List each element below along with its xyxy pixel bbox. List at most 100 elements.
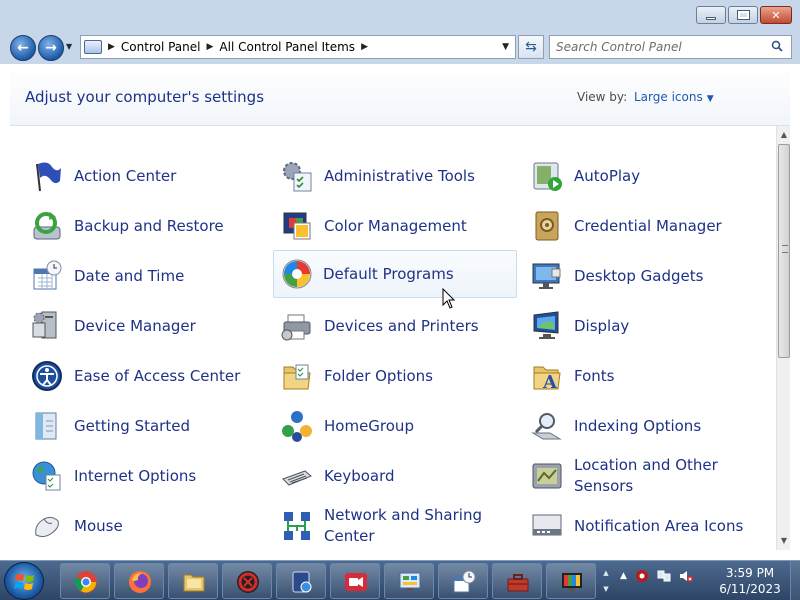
- item-autoplay[interactable]: AutoPlay: [518, 152, 760, 200]
- item-label[interactable]: Ease of Access Center: [74, 366, 240, 387]
- autoplay-icon: [533, 162, 562, 191]
- item-label[interactable]: Getting Started: [74, 416, 190, 437]
- minimize-button[interactable]: [696, 6, 726, 24]
- item-homegroup[interactable]: HomeGroup: [268, 402, 510, 450]
- item-date-and-time[interactable]: Date and Time: [18, 252, 260, 300]
- sensors-icon: [532, 463, 562, 489]
- item-folder-options[interactable]: Folder Options: [268, 352, 510, 400]
- taskbar-app-red[interactable]: [222, 563, 272, 599]
- breadcrumb-all-items[interactable]: All Control Panel Items: [219, 40, 355, 54]
- item-label[interactable]: HomeGroup: [324, 416, 414, 437]
- show-desktop-button[interactable]: [790, 561, 800, 600]
- address-dropdown-icon[interactable]: ▼: [502, 42, 509, 52]
- item-label[interactable]: Network and Sharing Center: [324, 505, 484, 547]
- page-header: Adjust your computer's settings View by:…: [10, 64, 790, 126]
- item-notification-area-icons[interactable]: Notification Area Icons: [518, 502, 760, 550]
- folder-icon: [283, 364, 311, 390]
- item-default-programs[interactable]: Default Programs: [273, 250, 517, 298]
- breadcrumb-arrow-icon[interactable]: ▶: [207, 42, 214, 52]
- scroll-up-icon[interactable]: ▲: [777, 128, 791, 142]
- breadcrumb-arrow-icon[interactable]: ▶: [108, 42, 115, 52]
- show-hidden-icons-icon[interactable]: ▲: [620, 571, 627, 581]
- search-input[interactable]: [556, 36, 766, 58]
- item-label[interactable]: Display: [574, 316, 629, 337]
- item-label[interactable]: AutoPlay: [574, 166, 640, 187]
- item-backup-and-restore[interactable]: Backup and Restore: [18, 202, 260, 250]
- item-label[interactable]: Date and Time: [74, 266, 184, 287]
- item-label[interactable]: Fonts: [574, 366, 614, 387]
- item-label[interactable]: Internet Options: [74, 466, 196, 487]
- security-shield-icon[interactable]: [635, 569, 649, 583]
- item-label[interactable]: Administrative Tools: [324, 166, 475, 187]
- item-label[interactable]: Location and Other Sensors: [574, 455, 760, 497]
- network-tray-icon[interactable]: [657, 569, 671, 583]
- item-label[interactable]: Action Center: [74, 166, 176, 187]
- system-clock[interactable]: 3:59 PM 6/11/2023: [714, 565, 786, 597]
- taskbar-recorder[interactable]: [330, 563, 380, 599]
- item-administrative-tools[interactable]: Administrative Tools: [268, 152, 510, 200]
- item-network-and-sharing-center[interactable]: Network and Sharing Center: [268, 502, 510, 550]
- item-location-and-other-sensors[interactable]: Location and Other Sensors: [518, 452, 760, 500]
- item-label[interactable]: Device Manager: [74, 316, 196, 337]
- clock-date[interactable]: 6/11/2023: [714, 581, 786, 597]
- item-color-management[interactable]: Color Management: [268, 202, 510, 250]
- view-by-dropdown[interactable]: Large icons ▼: [634, 90, 714, 104]
- caret-up-icon[interactable]: ▲: [598, 569, 614, 577]
- taskbar-control-panel[interactable]: [384, 563, 434, 599]
- taskbar-firefox[interactable]: [114, 563, 164, 599]
- scroll-thumb[interactable]: [778, 144, 790, 358]
- item-device-manager[interactable]: Device Manager: [18, 302, 260, 350]
- taskbar-chrome[interactable]: [60, 563, 110, 599]
- item-desktop-gadgets[interactable]: Desktop Gadgets: [518, 252, 760, 300]
- taskbar-toolbox[interactable]: [492, 563, 542, 599]
- item-mouse[interactable]: Mouse: [18, 502, 260, 550]
- item-label[interactable]: Folder Options: [324, 366, 433, 387]
- start-button[interactable]: [4, 562, 44, 600]
- taskbar-display-app[interactable]: [546, 563, 596, 599]
- item-credential-manager[interactable]: Credential Manager: [518, 202, 760, 250]
- item-label[interactable]: Keyboard: [324, 466, 395, 487]
- item-label[interactable]: Devices and Printers: [324, 316, 479, 337]
- item-ease-of-access-center[interactable]: Ease of Access Center: [18, 352, 260, 400]
- item-label[interactable]: Desktop Gadgets: [574, 266, 703, 287]
- breadcrumb-arrow-icon[interactable]: ▶: [361, 42, 368, 52]
- item-internet-options[interactable]: Internet Options: [18, 452, 260, 500]
- item-label[interactable]: Credential Manager: [574, 216, 722, 237]
- item-label[interactable]: Indexing Options: [574, 416, 701, 437]
- item-label[interactable]: Color Management: [324, 216, 467, 237]
- chevron-down-icon[interactable]: ▼: [707, 94, 714, 104]
- breadcrumb-control-panel[interactable]: Control Panel: [121, 40, 201, 54]
- scroll-down-icon[interactable]: ▼: [777, 534, 791, 548]
- taskbar-explorer[interactable]: [168, 563, 218, 599]
- item-keyboard[interactable]: Keyboard: [268, 452, 510, 500]
- address-bar[interactable]: ▶ Control Panel ▶ All Control Panel Item…: [80, 35, 516, 59]
- recent-pages-dropdown[interactable]: ▼: [66, 42, 72, 51]
- item-fonts[interactable]: A Fonts: [518, 352, 760, 400]
- item-getting-started[interactable]: Getting Started: [18, 402, 260, 450]
- close-button[interactable]: ✕: [760, 6, 792, 24]
- refresh-button[interactable]: ⇆: [518, 35, 544, 59]
- item-indexing-options[interactable]: Indexing Options: [518, 402, 760, 450]
- taskbar-scroll[interactable]: ▲ ▼: [598, 563, 614, 599]
- item-display[interactable]: Display: [518, 302, 760, 350]
- taskbar-date-time[interactable]: [438, 563, 488, 599]
- vertical-scrollbar[interactable]: ▲ ▼: [776, 126, 790, 550]
- forward-button[interactable]: →: [38, 35, 64, 61]
- view-by-value[interactable]: Large icons: [634, 90, 703, 104]
- item-label[interactable]: Mouse: [74, 516, 123, 537]
- item-action-center[interactable]: Action Center: [18, 152, 260, 200]
- search-icon[interactable]: [771, 40, 783, 52]
- clock-time[interactable]: 3:59 PM: [714, 565, 786, 581]
- caret-down-icon[interactable]: ▼: [598, 585, 614, 593]
- volume-muted-icon[interactable]: [679, 569, 693, 583]
- item-label[interactable]: Notification Area Icons: [574, 516, 743, 537]
- item-label[interactable]: Default Programs: [323, 264, 454, 285]
- maximize-button[interactable]: [728, 6, 758, 24]
- display-app-icon: [562, 573, 582, 591]
- taskbar-media-app[interactable]: [276, 563, 326, 599]
- search-box[interactable]: [549, 35, 792, 59]
- back-button[interactable]: ←: [10, 35, 36, 61]
- item-devices-and-printers[interactable]: Devices and Printers: [268, 302, 510, 350]
- toolbox-icon: [507, 574, 529, 592]
- item-label[interactable]: Backup and Restore: [74, 216, 224, 237]
